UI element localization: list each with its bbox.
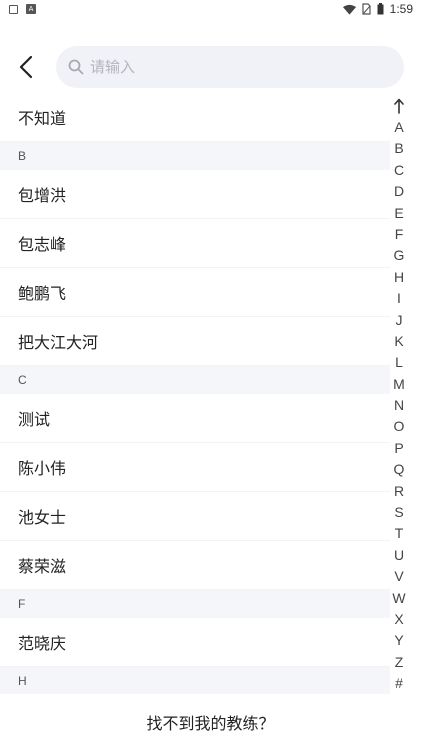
header xyxy=(0,44,421,90)
wifi-icon xyxy=(342,4,356,15)
status-bar: A 1:59 xyxy=(0,0,421,20)
alpha-index-letter[interactable]: P xyxy=(392,438,405,459)
alpha-index-letter[interactable]: # xyxy=(392,673,405,694)
section-header: C xyxy=(0,366,390,394)
notification-box-icon xyxy=(9,4,18,14)
alpha-index-letter[interactable]: X xyxy=(392,609,405,630)
alpha-index-letter[interactable]: W xyxy=(392,588,405,609)
no-sim-icon xyxy=(362,3,371,15)
alpha-index-letter[interactable]: L xyxy=(392,352,405,373)
contact-name: 测试 xyxy=(18,410,51,429)
section-letter: C xyxy=(18,373,27,387)
arrow-up-icon[interactable] xyxy=(394,95,404,117)
alpha-index-letter[interactable]: F xyxy=(392,224,405,245)
footer: 找不到我的教练？ xyxy=(0,694,421,750)
alpha-index-letter[interactable]: S xyxy=(392,502,405,523)
list-item[interactable]: 陈小伟 xyxy=(0,443,390,492)
section-letter: H xyxy=(18,674,27,688)
chevron-left-icon xyxy=(19,55,33,79)
contact-name: 包增洪 xyxy=(18,186,67,205)
section-header: B xyxy=(0,142,390,170)
search-icon xyxy=(68,59,84,75)
contact-name: 池女士 xyxy=(18,508,67,527)
alpha-index-letter[interactable]: H xyxy=(392,267,405,288)
alpha-index-letter[interactable]: T xyxy=(392,523,405,544)
alpha-index-letter[interactable]: O xyxy=(392,416,405,437)
list-item[interactable]: 不知道 xyxy=(0,93,390,142)
back-button[interactable] xyxy=(12,52,40,82)
list-item[interactable]: 鲍鹏飞 xyxy=(0,268,390,317)
alpha-index-letter[interactable]: C xyxy=(392,160,405,181)
alpha-index-letter[interactable]: U xyxy=(392,545,405,566)
contact-name: 包志峰 xyxy=(18,235,67,254)
alpha-index-letter[interactable]: V xyxy=(392,566,405,587)
list-item[interactable]: 范晓庆 xyxy=(0,618,390,667)
list-item[interactable]: 把大江大河 xyxy=(0,317,390,366)
cannot-find-coach-link[interactable]: 找不到我的教练？ xyxy=(146,710,274,734)
status-time: 1:59 xyxy=(389,2,413,16)
search-input[interactable] xyxy=(90,58,350,76)
alpha-index-letter[interactable]: Y xyxy=(392,630,405,651)
search-box[interactable] xyxy=(56,46,404,88)
alpha-index-letter[interactable]: M xyxy=(392,374,405,395)
section-header: F xyxy=(0,590,390,618)
alpha-index-letter[interactable]: A xyxy=(392,117,405,138)
alpha-index-letter[interactable]: D xyxy=(392,181,405,202)
list-item[interactable]: 包志峰 xyxy=(0,219,390,268)
contact-name: 范晓庆 xyxy=(18,634,67,653)
alphabet-letters: A B C D E F G H I J K L M N O P Q R S T U V W X Y Z # xyxy=(392,117,405,695)
alpha-index-letter[interactable]: J xyxy=(392,310,405,331)
status-left: A xyxy=(9,4,36,14)
contact-name: 蔡荣滋 xyxy=(18,557,67,576)
contact-name: 把大江大河 xyxy=(18,333,99,352)
alpha-index-letter[interactable]: Q xyxy=(392,459,405,480)
alpha-index-letter[interactable]: N xyxy=(392,395,405,416)
alpha-index-letter[interactable]: E xyxy=(392,203,405,224)
section-letter: F xyxy=(18,597,26,611)
contact-name: 鲍鹏飞 xyxy=(18,284,67,303)
status-right: 1:59 xyxy=(342,2,413,16)
notification-a-icon: A xyxy=(26,4,36,14)
section-letter: B xyxy=(18,149,27,163)
alpha-index-letter[interactable]: G xyxy=(392,245,405,266)
contact-name: 陈小伟 xyxy=(18,459,67,478)
alpha-index-letter[interactable]: R xyxy=(392,481,405,502)
contact-name: 不知道 xyxy=(18,109,67,128)
alpha-index-letter[interactable]: B xyxy=(392,138,405,159)
alpha-index-letter[interactable]: I xyxy=(392,288,405,309)
battery-icon xyxy=(377,3,384,15)
alphabet-index[interactable]: A B C D E F G H I J K L M N O P Q R S T U V W X Y Z # xyxy=(388,95,410,695)
list-item[interactable]: 包增洪 xyxy=(0,170,390,219)
contact-list: 不知道 B 包增洪 包志峰 鲍鹏飞 把大江大河 C 测试 陈小伟 池女士 蔡荣滋… xyxy=(0,93,390,695)
section-header: H xyxy=(0,667,390,695)
list-item[interactable]: 测试 xyxy=(0,394,390,443)
alpha-index-letter[interactable]: K xyxy=(392,331,405,352)
list-item[interactable]: 蔡荣滋 xyxy=(0,541,390,590)
list-item[interactable]: 池女士 xyxy=(0,492,390,541)
alpha-index-letter[interactable]: Z xyxy=(392,652,405,673)
